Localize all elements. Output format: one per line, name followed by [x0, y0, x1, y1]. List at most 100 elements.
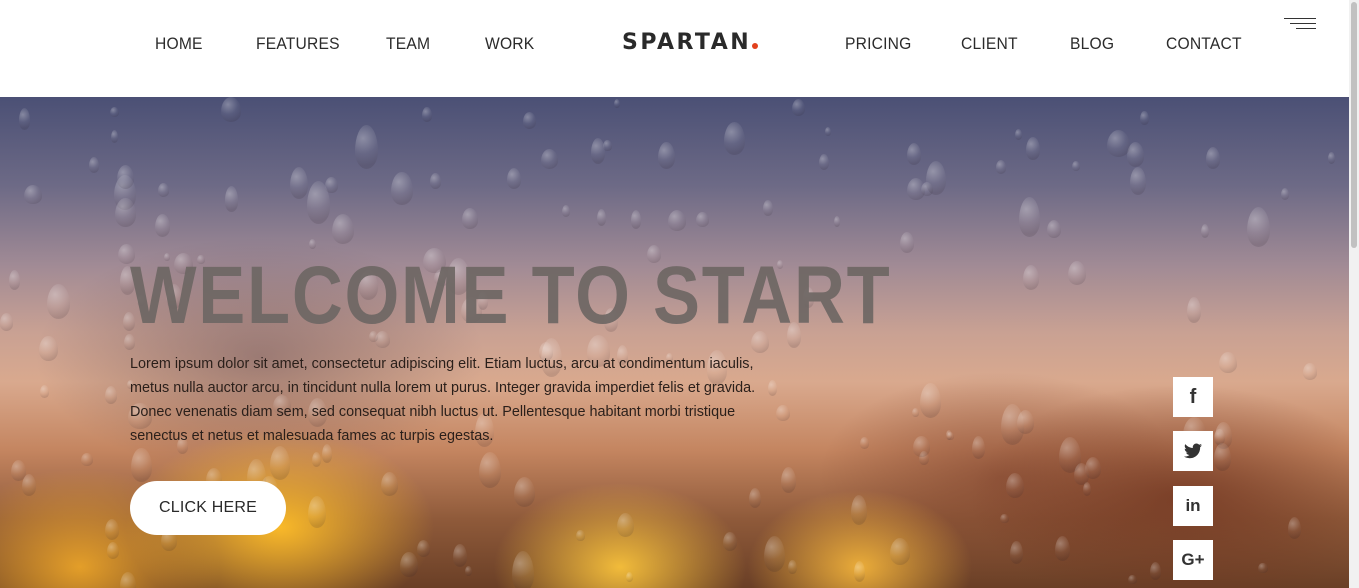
raindrop	[834, 216, 841, 228]
raindrop	[617, 512, 635, 538]
raindrop	[762, 200, 774, 217]
nav-features[interactable]: FEATURES	[256, 34, 340, 54]
raindrop	[1200, 223, 1210, 239]
raindrop	[818, 154, 829, 170]
hero-description: Lorem ipsum dolor sit amet, consectetur …	[130, 355, 756, 444]
site-logo[interactable]: SPARTAN	[622, 30, 759, 55]
raindrop	[945, 429, 953, 440]
nav-client[interactable]: CLIENT	[961, 34, 1018, 54]
raindrop	[0, 313, 14, 331]
hero-title: WELCOME TO START	[130, 250, 892, 341]
raindrop	[1026, 137, 1040, 160]
raindrop	[1001, 404, 1025, 445]
raindrop	[1287, 516, 1302, 540]
raindrop	[540, 149, 558, 170]
raindrop	[1127, 574, 1137, 585]
facebook-icon[interactable]: f	[1173, 377, 1213, 417]
page-scrollbar[interactable]	[1349, 0, 1359, 588]
raindrop	[1150, 561, 1162, 581]
raindrop	[824, 127, 832, 136]
raindrop	[513, 476, 536, 508]
raindrop	[38, 335, 58, 362]
raindrop	[889, 538, 910, 565]
raindrop	[39, 385, 49, 398]
nav-pricing[interactable]: PRICING	[845, 34, 911, 54]
raindrop	[1187, 296, 1202, 324]
raindrop	[763, 535, 786, 572]
nav-work[interactable]: WORK	[485, 34, 534, 54]
raindrop	[1010, 540, 1023, 565]
raindrop	[668, 209, 686, 231]
raindrop	[597, 208, 607, 226]
raindrop	[81, 452, 94, 467]
twitter-icon[interactable]	[1173, 431, 1213, 471]
raindrop	[224, 186, 239, 212]
raindrop	[748, 488, 762, 509]
nav-home[interactable]: HOME	[155, 34, 203, 54]
raindrop	[625, 572, 633, 583]
raindrop	[115, 198, 136, 228]
raindrop	[1054, 536, 1070, 561]
raindrop	[1074, 463, 1090, 486]
raindrop	[512, 551, 535, 588]
raindrop	[630, 210, 642, 229]
raindrop	[926, 161, 947, 195]
raindrop	[1140, 110, 1149, 125]
raindrop	[1246, 206, 1271, 248]
raindrop	[154, 214, 170, 238]
raindrop	[157, 183, 169, 197]
raindrop	[18, 108, 31, 130]
raindrop	[614, 98, 621, 108]
raindrop	[22, 474, 37, 496]
raindrop	[724, 122, 745, 156]
raindrop	[325, 176, 338, 194]
raindrop	[906, 142, 922, 165]
raindrop	[1328, 152, 1336, 164]
linkedin-icon[interactable]: in	[1173, 486, 1213, 526]
google-plus-icon[interactable]: G+	[1173, 540, 1213, 580]
raindrop	[421, 107, 432, 122]
raindrop	[311, 452, 322, 468]
raindrop	[1000, 514, 1009, 524]
raindrop	[788, 560, 797, 575]
raindrop	[1280, 187, 1289, 200]
raindrop	[995, 160, 1007, 175]
raindrop	[658, 141, 675, 169]
raindrop	[308, 239, 316, 249]
nav-team[interactable]: TEAM	[386, 34, 430, 54]
raindrop	[105, 386, 117, 405]
raindrop	[381, 472, 398, 496]
raindrop	[900, 231, 914, 253]
raindrop	[1023, 265, 1040, 290]
raindrop	[1219, 351, 1237, 374]
raindrop	[696, 211, 710, 227]
raindrop	[851, 495, 867, 526]
logo-dot	[752, 43, 759, 49]
raindrop	[1005, 472, 1024, 498]
raindrop	[89, 156, 100, 173]
nav-contact[interactable]: CONTACT	[1166, 34, 1242, 54]
raindrop	[780, 467, 797, 493]
raindrop	[723, 531, 738, 552]
raindrop	[1018, 197, 1040, 237]
raindrop	[1014, 129, 1023, 141]
raindrop	[791, 98, 806, 116]
raindrop	[417, 539, 431, 557]
click-here-button[interactable]: CLICK HERE	[130, 481, 286, 535]
raindrop	[307, 495, 326, 528]
raindrop	[920, 382, 942, 419]
raindrop	[478, 452, 501, 489]
raindrop	[400, 552, 418, 577]
scrollbar-thumb[interactable]	[1351, 2, 1357, 248]
raindrop	[109, 107, 119, 118]
raindrop	[860, 437, 869, 449]
nav-blog[interactable]: BLOG	[1070, 34, 1114, 54]
raindrop	[354, 124, 379, 170]
raindrop	[1106, 129, 1131, 158]
raindrop	[971, 435, 986, 460]
hamburger-menu-icon[interactable]	[1284, 14, 1316, 34]
raindrop	[576, 529, 585, 541]
raindrop	[1046, 219, 1062, 239]
raindrop	[1129, 166, 1146, 195]
raindrop	[462, 208, 478, 229]
